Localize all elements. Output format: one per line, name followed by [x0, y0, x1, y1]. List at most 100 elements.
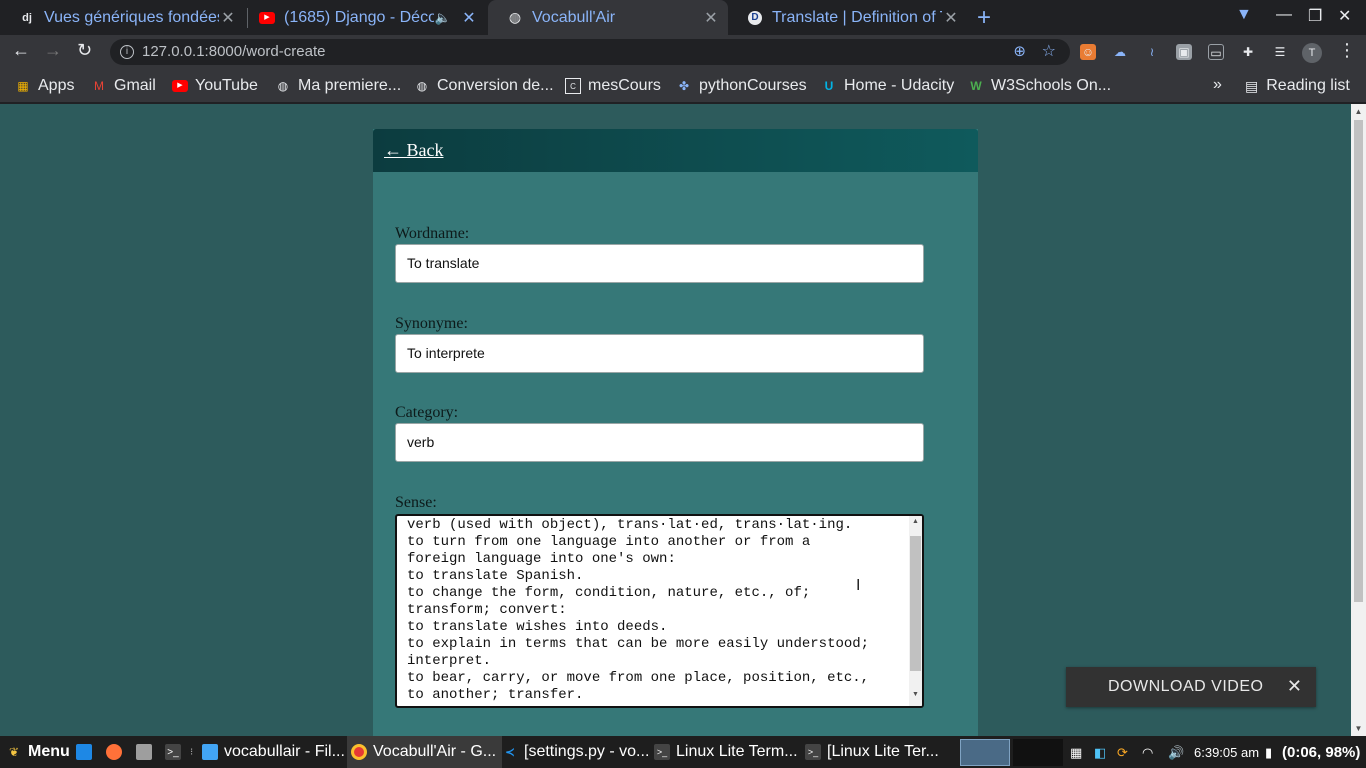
back-arrow-icon[interactable]: ← — [12, 40, 30, 61]
form-header — [373, 129, 978, 172]
bookmark-pythoncourses[interactable]: ✤ pythonCourses — [676, 69, 807, 103]
extensions-puzzle-icon[interactable]: ✚ — [1240, 44, 1256, 60]
battery-status[interactable]: (0:06, 98%) — [1282, 744, 1360, 761]
taskbar-window-terminal-2[interactable]: >_ [Linux Lite Ter... — [805, 736, 939, 768]
workspace-1[interactable] — [960, 739, 1010, 766]
browser-toolbar: ← → ↻ i 127.0.0.1:8000/word-create ⊕ ☆ ☺… — [0, 35, 1366, 69]
youtube-icon: ▶ — [258, 10, 276, 26]
download-video-label[interactable]: DOWNLOAD VIDEO — [1108, 678, 1263, 696]
taskbar-window-chrome[interactable]: Vocabull'Air - G... — [347, 736, 503, 768]
taskbar-window-files[interactable]: vocabullair - Fil... — [202, 736, 345, 768]
extension-cloud-icon[interactable]: ☁ — [1112, 44, 1128, 60]
wifi-icon[interactable]: ◠ — [1142, 745, 1153, 761]
workspace-2[interactable] — [1013, 739, 1063, 766]
minimize-button[interactable]: — — [1276, 6, 1292, 24]
close-icon[interactable]: ✕ — [1287, 676, 1302, 697]
wordname-input[interactable]: To translate — [395, 244, 924, 283]
sense-label: Sense: — [395, 494, 437, 511]
tab-search-icon[interactable]: ▼ — [1236, 6, 1252, 24]
browser-menu-icon[interactable]: ⋮ — [1338, 40, 1356, 61]
more-bookmarks-icon[interactable]: » — [1213, 76, 1222, 94]
close-tab-icon[interactable]: ✕ — [460, 8, 478, 28]
course-icon: C — [565, 78, 581, 94]
gmail-icon: M — [94, 79, 104, 93]
scroll-up-arrow[interactable]: ▲ — [909, 518, 922, 525]
close-tab-icon[interactable]: ✕ — [219, 8, 237, 28]
restore-button[interactable]: ❐ — [1308, 6, 1322, 26]
dictionary-icon: D — [746, 10, 764, 26]
page-viewport: ← Back Wordname: To translate Synonyme: … — [0, 104, 1351, 736]
show-desktop-icon[interactable] — [76, 736, 98, 768]
keyboard-icon[interactable]: ▦ — [1070, 745, 1082, 761]
textarea-scrollbar[interactable]: ▲ ▼ — [909, 516, 922, 706]
clock[interactable]: 6:39:05 am — [1194, 745, 1259, 760]
bookmark-star-icon[interactable]: ☆ — [1042, 39, 1056, 65]
youtube-icon: ▶ — [172, 78, 188, 94]
sense-textarea[interactable]: verb (used with object), trans·lat·ed, t… — [395, 514, 924, 708]
url-text: 127.0.0.1:8000/word-create — [142, 43, 326, 60]
tab-strip: dj Vues génériques fondées ✕ ▶ (1685) Dj… — [0, 0, 1366, 35]
globe-icon: ◍ — [508, 9, 522, 25]
start-menu-button[interactable]: ❦ Menu — [6, 736, 70, 768]
terminal-icon: >_ — [654, 744, 670, 760]
chrome-icon — [351, 744, 367, 760]
globe-icon: ◍ — [416, 79, 428, 93]
bookmark-w3schools[interactable]: W W3Schools On... — [968, 69, 1111, 103]
tab-youtube-django[interactable]: ▶ (1685) Django - Décou 🔈 ✕ — [240, 0, 486, 35]
update-icon[interactable]: ◧ — [1094, 745, 1106, 761]
speaker-icon[interactable]: 🔈 — [434, 10, 452, 26]
site-info-icon[interactable]: i — [120, 45, 134, 59]
bookmark-conversion[interactable]: ◍ Conversion de... — [414, 69, 554, 103]
close-tab-icon[interactable]: ✕ — [942, 8, 960, 28]
back-link[interactable]: ← Back — [384, 140, 443, 161]
reload-icon[interactable]: ↻ — [77, 40, 92, 61]
volume-icon[interactable]: 🔊 — [1168, 745, 1184, 761]
category-label: Category: — [395, 404, 459, 421]
text-cursor-icon: I — [856, 577, 861, 594]
extension-face-icon[interactable]: ☺ — [1080, 44, 1096, 60]
bookmark-ma-premiere[interactable]: ◍ Ma premiere... — [275, 69, 401, 103]
file-manager-icon[interactable] — [136, 736, 158, 768]
address-bar[interactable]: i 127.0.0.1:8000/word-create ⊕ ☆ — [110, 39, 1070, 65]
taskbar-window-vscode[interactable]: ≺ [settings.py - vo... — [502, 736, 649, 768]
sync-icon[interactable]: ⟳ — [1117, 745, 1128, 761]
profile-avatar[interactable]: T — [1302, 43, 1322, 63]
bookmark-mescours[interactable]: CmesCours — [565, 69, 661, 103]
page-scrollbar[interactable]: ▲ ▼ — [1351, 104, 1366, 736]
close-window-button[interactable]: ✕ — [1338, 6, 1351, 26]
bookmark-udacity[interactable]: U Home - Udacity — [821, 69, 955, 103]
synonyme-input[interactable]: To interprete — [395, 334, 924, 373]
extension-wave-icon[interactable]: ≀ — [1144, 44, 1160, 60]
scroll-down-arrow[interactable]: ▼ — [1351, 724, 1366, 733]
textarea-scroll-thumb[interactable] — [910, 536, 921, 671]
django-icon: dj — [22, 11, 32, 24]
media-control-icon[interactable]: ☰ — [1272, 44, 1288, 60]
download-video-popup[interactable]: DOWNLOAD VIDEO ✕ — [1066, 667, 1316, 707]
bookmark-youtube[interactable]: ▶ YouTube — [172, 69, 258, 103]
reading-list-button[interactable]: ▤ Reading list — [1245, 69, 1350, 103]
bookmark-gmail[interactable]: M Gmail — [91, 69, 156, 103]
page-scroll-thumb[interactable] — [1354, 120, 1363, 602]
bookmark-apps[interactable]: ▦ Apps — [15, 69, 74, 103]
tab-django-views[interactable]: dj Vues génériques fondées ✕ — [0, 0, 245, 35]
new-tab-button[interactable]: + — [977, 4, 991, 32]
apps-grid-icon: ▦ — [17, 79, 29, 93]
extension-terminal-icon[interactable]: ▭ — [1208, 44, 1224, 60]
scroll-down-arrow[interactable]: ▼ — [909, 691, 922, 698]
scroll-up-arrow[interactable]: ▲ — [1351, 107, 1366, 116]
zoom-icon[interactable]: ⊕ — [1013, 39, 1026, 65]
tab-translate-definition[interactable]: D Translate | Definition of T ✕ — [728, 0, 968, 35]
forward-arrow-icon[interactable]: → — [44, 40, 62, 61]
close-tab-icon[interactable]: ✕ — [702, 8, 720, 28]
udacity-icon: U — [824, 79, 834, 93]
extension-person-icon[interactable]: ▣ — [1176, 44, 1192, 60]
sense-text: verb (used with object), trans·lat·ed, t… — [407, 517, 870, 703]
firefox-icon[interactable] — [106, 736, 128, 768]
reading-list-icon: ▤ — [1245, 77, 1259, 94]
category-input[interactable]: verb — [395, 423, 924, 462]
tab-vocabullair[interactable]: ◍ Vocabull'Air ✕ — [488, 0, 728, 35]
terminal-icon[interactable]: >_ — [165, 736, 187, 768]
vscode-icon: ≺ — [504, 745, 516, 759]
battery-icon[interactable]: ▮ — [1265, 745, 1272, 761]
taskbar-window-terminal-1[interactable]: >_ Linux Lite Term... — [654, 736, 798, 768]
